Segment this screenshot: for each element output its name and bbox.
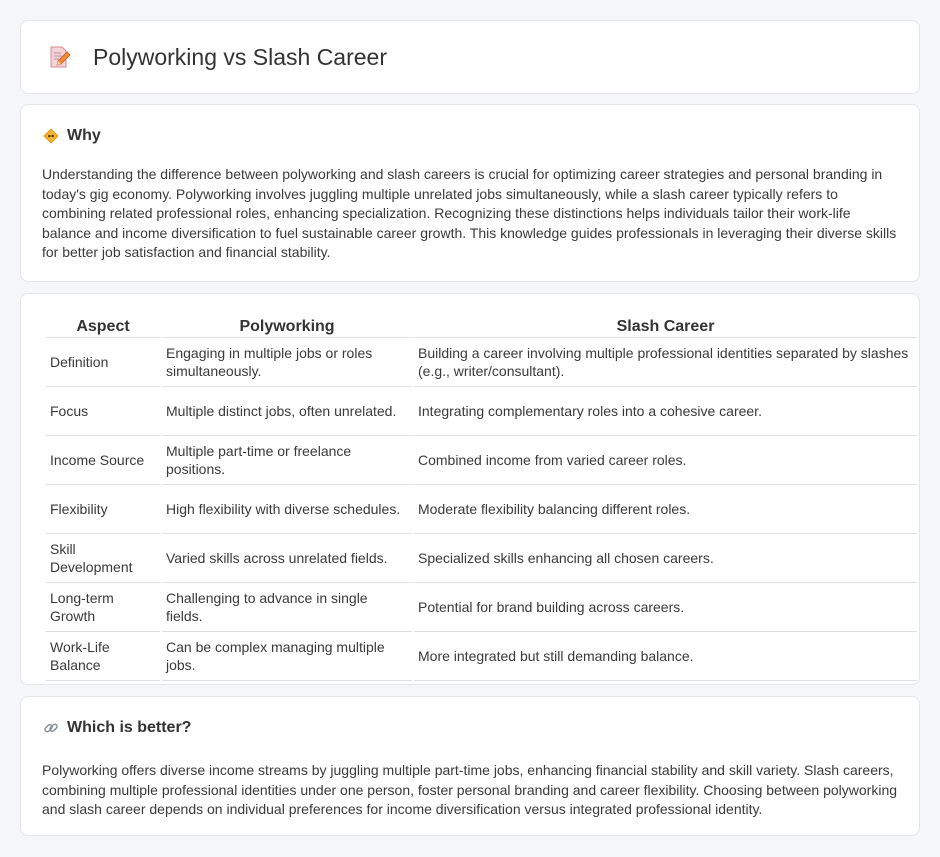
which-is-better-card: Which is better? Polyworking offers dive…: [20, 696, 920, 836]
row-polyworking: Can be complex managing multiple jobs.: [162, 632, 412, 681]
row-aspect: Skill Development: [46, 534, 160, 583]
better-heading: Which is better?: [43, 719, 191, 737]
table-row: Skill Development Varied skills across u…: [46, 534, 917, 583]
document-edit-icon: [47, 45, 71, 69]
why-text: Understanding the difference between pol…: [42, 166, 897, 260]
row-polyworking: Engaging in multiple jobs or roles simul…: [162, 338, 412, 387]
why-card: Why Understanding the difference between…: [20, 104, 920, 282]
why-heading: Why: [43, 127, 101, 145]
better-text: Polyworking offers diverse income stream…: [42, 762, 898, 817]
table-row: Flexibility High flexibility with divers…: [46, 485, 917, 534]
row-polyworking: High flexibility with diverse schedules.: [162, 485, 412, 534]
link-icon: [43, 720, 59, 736]
row-aspect: Focus: [46, 387, 160, 436]
page-title: Polyworking vs Slash Career: [93, 43, 388, 70]
title-card: Polyworking vs Slash Career: [20, 20, 920, 94]
header-slash-career: Slash Career: [414, 316, 917, 338]
why-title: Why: [67, 127, 101, 144]
row-polyworking: Challenging to advance in single fields.: [162, 583, 412, 632]
row-slash-career: More integrated but still demanding bala…: [414, 632, 917, 681]
row-aspect: Definition: [46, 338, 160, 387]
diamond-warning-icon: [43, 128, 59, 144]
table-row: Focus Multiple distinct jobs, often unre…: [46, 387, 917, 436]
row-polyworking: Multiple distinct jobs, often unrelated.: [162, 387, 412, 436]
row-slash-career: Potential for brand building across care…: [414, 583, 917, 632]
row-slash-career: Combined income from varied career roles…: [414, 436, 917, 485]
better-title: Which is better?: [67, 719, 192, 736]
table-row: Work-Life Balance Can be complex managin…: [46, 632, 917, 681]
comparison-table: Aspect Polyworking Slash Career Definiti…: [44, 316, 919, 681]
row-slash-career: Specialized skills enhancing all chosen …: [414, 534, 917, 583]
table-header-row: Aspect Polyworking Slash Career: [46, 316, 917, 338]
comparison-card: Aspect Polyworking Slash Career Definiti…: [20, 293, 920, 685]
header-polyworking: Polyworking: [162, 316, 412, 338]
table-row: Income Source Multiple part-time or free…: [46, 436, 917, 485]
row-slash-career: Moderate flexibility balancing different…: [414, 485, 917, 534]
row-aspect: Work-Life Balance: [46, 632, 160, 681]
row-polyworking: Varied skills across unrelated fields.: [162, 534, 412, 583]
row-aspect: Long-term Growth: [46, 583, 160, 632]
row-aspect: Income Source: [46, 436, 160, 485]
row-slash-career: Building a career involving multiple pro…: [414, 338, 917, 387]
table-row: Long-term Growth Challenging to advance …: [46, 583, 917, 632]
row-aspect: Flexibility: [46, 485, 160, 534]
row-polyworking: Multiple part-time or freelance position…: [162, 436, 412, 485]
header-aspect: Aspect: [46, 316, 160, 338]
table-row: Definition Engaging in multiple jobs or …: [46, 338, 917, 387]
row-slash-career: Integrating complementary roles into a c…: [414, 387, 917, 436]
